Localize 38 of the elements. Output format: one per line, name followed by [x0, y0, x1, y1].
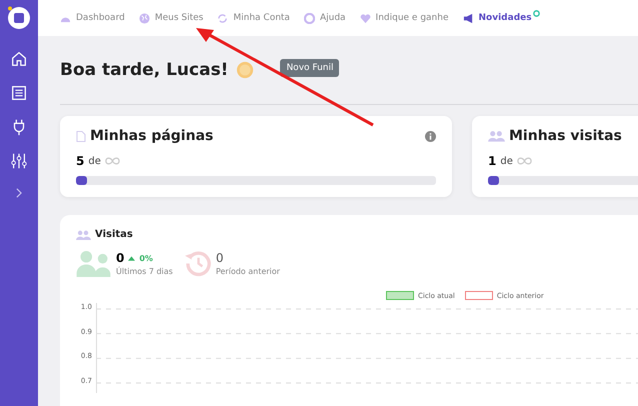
count-value: 5: [76, 154, 84, 168]
infinity-icon: [516, 157, 532, 165]
sun-emoji-icon: [236, 61, 254, 79]
card-title: Visitas: [95, 229, 133, 240]
greeting: Boa tarde, Lucas!: [60, 60, 228, 80]
notification-dot-icon: [532, 10, 540, 16]
home-icon[interactable]: [10, 50, 28, 68]
nav-link[interactable]: Indique e ganhe: [360, 12, 449, 24]
card-title: Minhas visitas: [509, 128, 622, 144]
up-triangle-icon: [128, 256, 136, 260]
users-icon: [76, 250, 112, 277]
change-percent: 0%: [139, 254, 153, 262]
page-icon: [76, 130, 86, 142]
list-icon[interactable]: [10, 84, 28, 102]
nav-link[interactable]: Minha Conta: [217, 12, 290, 24]
tooltip: Novo Funil: [280, 59, 340, 77]
period-label: Últimos 7 dias: [116, 267, 173, 276]
visits-value: 0: [216, 251, 224, 265]
megaphone-icon: [462, 12, 474, 24]
users-icon: [76, 230, 91, 240]
visits-value: 0: [116, 251, 124, 265]
nav-link[interactable]: Meus Sites: [138, 12, 204, 24]
info-icon[interactable]: [425, 130, 436, 142]
users-icon: [488, 130, 505, 142]
of-label: de: [500, 156, 513, 166]
count-value: 1: [488, 154, 496, 168]
infinity-icon: [104, 157, 120, 165]
nav-link[interactable]: Ajuda: [304, 12, 346, 24]
logo-icon[interactable]: [7, 6, 31, 30]
card-title: Minhas páginas: [90, 128, 214, 144]
period-label: Período anterior: [216, 267, 280, 276]
history-icon: [184, 250, 212, 277]
nav-link[interactable]: Novidades: [462, 12, 540, 24]
nav-link[interactable]: Dashboard: [60, 12, 125, 24]
of-label: de: [88, 156, 101, 166]
refresh-icon: [217, 12, 228, 24]
sliders-icon[interactable]: [10, 152, 28, 170]
heart-icon: [360, 12, 371, 24]
